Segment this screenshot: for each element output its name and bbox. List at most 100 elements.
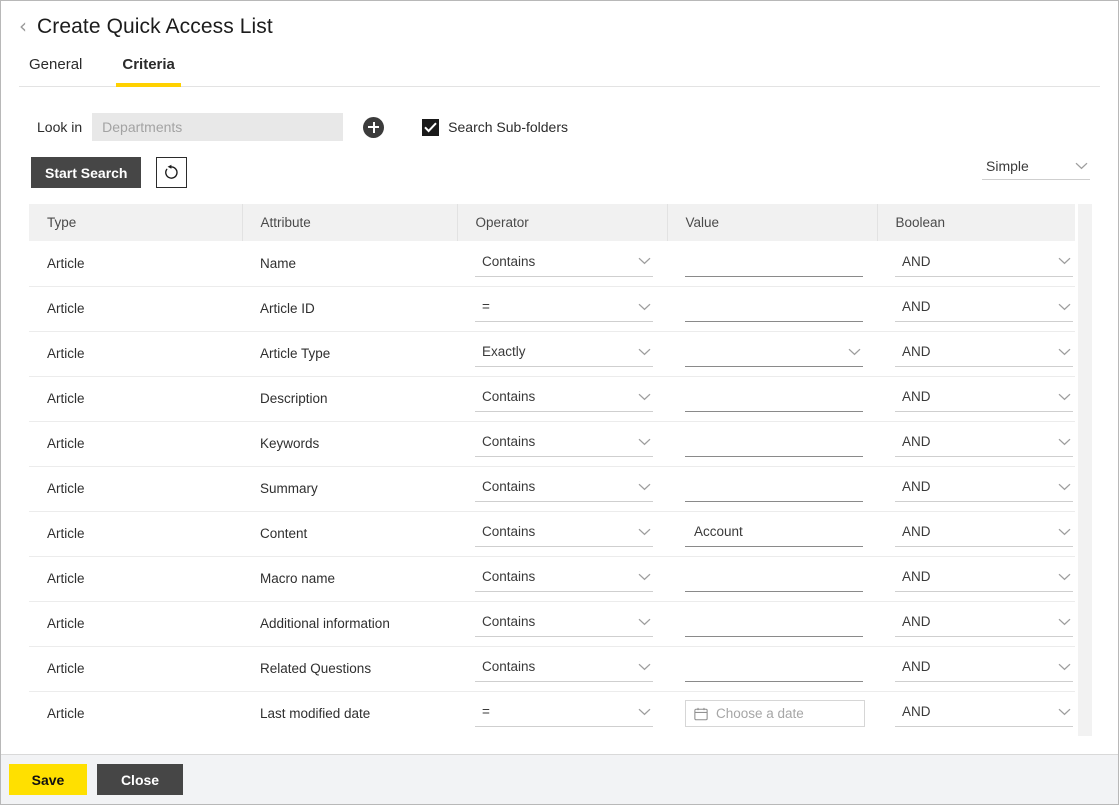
chevron-down-icon [1075, 162, 1088, 170]
value-input[interactable] [685, 385, 863, 412]
boolean-select[interactable]: AND [895, 655, 1073, 682]
cell-attribute: Additional information [242, 601, 457, 646]
boolean-text: AND [902, 254, 931, 269]
boolean-select[interactable]: AND [895, 700, 1073, 727]
operator-select[interactable]: Contains [475, 655, 653, 682]
operator-select[interactable]: Contains [475, 520, 653, 547]
cell-operator: Contains [457, 511, 667, 556]
reset-button[interactable] [156, 157, 187, 188]
chevron-down-icon [638, 663, 651, 671]
boolean-select[interactable]: AND [895, 430, 1073, 457]
chevron-down-icon [848, 348, 861, 356]
operator-select[interactable]: = [475, 700, 653, 727]
cell-attribute: Related Questions [242, 646, 457, 691]
cell-type: Article [29, 376, 242, 421]
table-body: Article Name Contains AND Article Article ID =… [29, 241, 1075, 736]
operator-select[interactable]: Contains [475, 430, 653, 457]
close-button[interactable]: Close [97, 764, 183, 795]
save-button[interactable]: Save [9, 764, 87, 795]
value-input[interactable] [685, 655, 863, 682]
chevron-down-icon [638, 257, 651, 265]
boolean-text: AND [902, 704, 931, 719]
boolean-select[interactable]: AND [895, 520, 1073, 547]
search-mode-select[interactable]: Simple [982, 155, 1090, 180]
operator-select[interactable]: Exactly [475, 340, 653, 367]
boolean-select[interactable]: AND [895, 295, 1073, 322]
back-chevron-icon[interactable]: ‹ [19, 16, 27, 39]
value-select[interactable] [685, 340, 863, 367]
reset-arrow-icon [163, 164, 180, 181]
cell-value [667, 286, 877, 331]
table-vertical-scrollbar[interactable] [1077, 204, 1092, 736]
boolean-select[interactable]: AND [895, 610, 1073, 637]
tab-general[interactable]: General [23, 52, 88, 87]
column-header-operator: Operator [457, 204, 667, 241]
operator-select[interactable]: Contains [475, 475, 653, 502]
cell-attribute: Keywords [242, 421, 457, 466]
chevron-down-icon [638, 438, 651, 446]
operator-select[interactable]: Contains [475, 250, 653, 277]
column-header-type: Type [29, 204, 242, 241]
attribute-text: Content [260, 526, 307, 541]
cell-value [667, 466, 877, 511]
search-subfolders-label: Search Sub-folders [448, 119, 568, 135]
operator-select[interactable]: Contains [475, 565, 653, 592]
chevron-down-icon [638, 393, 651, 401]
cell-boolean: AND [877, 646, 1075, 691]
type-text: Article [47, 256, 85, 271]
look-in-input[interactable] [92, 113, 343, 141]
boolean-text: AND [902, 344, 931, 359]
boolean-select[interactable]: AND [895, 475, 1073, 502]
cell-value [667, 331, 877, 376]
page-title: Create Quick Access List [37, 15, 273, 39]
cell-value [667, 241, 877, 286]
value-input[interactable] [685, 250, 863, 277]
operator-select[interactable]: Contains [475, 385, 653, 412]
operator-select[interactable]: Contains [475, 610, 653, 637]
value-input[interactable] [685, 475, 863, 502]
type-text: Article [47, 391, 85, 406]
start-search-button[interactable]: Start Search [31, 157, 141, 188]
cell-boolean: AND [877, 241, 1075, 286]
operator-select[interactable]: = [475, 295, 653, 322]
value-input[interactable] [685, 610, 863, 637]
look-in-row: Look in Search Sub-folders [37, 113, 1118, 141]
date-picker[interactable]: Choose a date [685, 700, 865, 727]
value-input[interactable] [685, 430, 863, 457]
value-input[interactable] [685, 295, 863, 322]
column-header-boolean: Boolean [877, 204, 1075, 241]
cell-attribute: Article ID [242, 286, 457, 331]
search-mode-value: Simple [986, 158, 1029, 174]
cell-type: Article [29, 511, 242, 556]
cell-operator: Exactly [457, 331, 667, 376]
table-row: ArticleArticle TypeExactlyAND [29, 331, 1075, 376]
operator-text: Exactly [482, 344, 526, 359]
boolean-select[interactable]: AND [895, 250, 1073, 277]
boolean-select[interactable]: AND [895, 565, 1073, 592]
operator-text: Contains [482, 614, 535, 629]
table-header-row: Type Attribute Operator Value Boolean [29, 204, 1075, 241]
chevron-down-icon [638, 708, 651, 716]
attribute-text: Name [260, 256, 296, 271]
attribute-text: Additional information [260, 616, 390, 631]
table-row: ArticleMacro nameContainsAND [29, 556, 1075, 601]
cell-value: Account [667, 511, 877, 556]
calendar-icon [694, 707, 708, 721]
check-icon [424, 122, 437, 133]
cell-type: Article [29, 646, 242, 691]
search-subfolders-checkbox[interactable]: Search Sub-folders [422, 119, 568, 136]
plus-circle-icon[interactable] [363, 117, 384, 138]
cell-boolean: AND [877, 691, 1075, 736]
cell-boolean: AND [877, 376, 1075, 421]
type-text: Article [47, 571, 85, 586]
table-row: ArticleKeywordsContainsAND [29, 421, 1075, 466]
value-input[interactable] [685, 565, 863, 592]
cell-type: Article [29, 601, 242, 646]
chevron-down-icon [1058, 663, 1071, 671]
value-input[interactable]: Account [685, 520, 863, 547]
tab-criteria[interactable]: Criteria [116, 52, 181, 87]
boolean-select[interactable]: AND [895, 385, 1073, 412]
tab-bar: General Criteria [23, 52, 1118, 87]
look-in-label: Look in [37, 119, 82, 135]
boolean-select[interactable]: AND [895, 340, 1073, 367]
